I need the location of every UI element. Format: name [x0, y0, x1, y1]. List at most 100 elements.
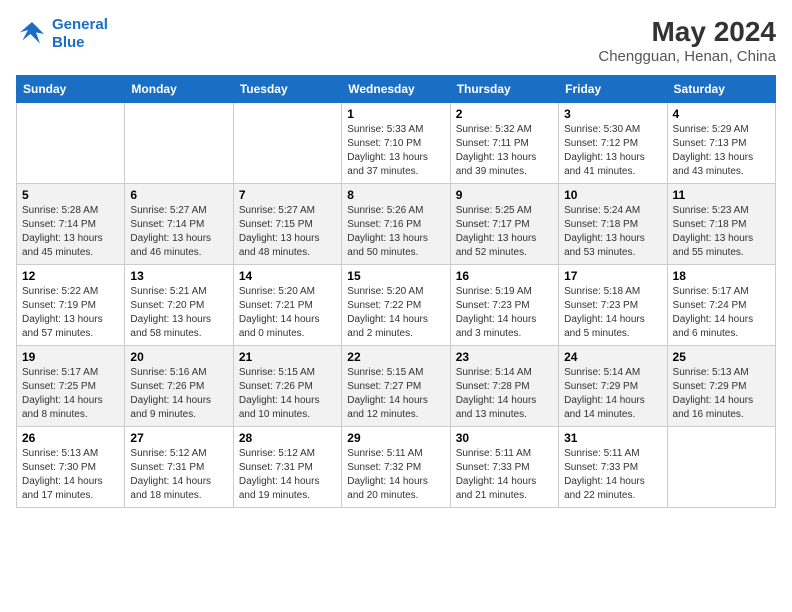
col-header-monday: Monday	[125, 76, 233, 103]
day-info: Sunrise: 5:20 AM Sunset: 7:22 PM Dayligh…	[347, 285, 444, 341]
day-info: Sunrise: 5:32 AM Sunset: 7:11 PM Dayligh…	[456, 123, 553, 179]
day-info: Sunrise: 5:19 AM Sunset: 7:23 PM Dayligh…	[456, 285, 553, 341]
day-info: Sunrise: 5:21 AM Sunset: 7:20 PM Dayligh…	[130, 285, 227, 341]
logo: General Blue	[16, 16, 108, 52]
calendar-cell: 3 Sunrise: 5:30 AM Sunset: 7:12 PM Daylig…	[559, 103, 667, 184]
logo-text: General Blue	[52, 16, 108, 52]
calendar-cell	[233, 103, 341, 184]
calendar-cell: 16 Sunrise: 5:19 AM Sunset: 7:23 PM Dayli…	[450, 265, 558, 346]
day-number: 17	[564, 269, 661, 283]
day-number: 14	[239, 269, 336, 283]
day-number: 25	[673, 350, 770, 364]
day-number: 18	[673, 269, 770, 283]
col-header-friday: Friday	[559, 76, 667, 103]
calendar-cell: 17 Sunrise: 5:18 AM Sunset: 7:23 PM Dayli…	[559, 265, 667, 346]
day-number: 9	[456, 188, 553, 202]
logo-icon	[16, 18, 48, 50]
col-header-wednesday: Wednesday	[342, 76, 450, 103]
calendar-cell: 23 Sunrise: 5:14 AM Sunset: 7:28 PM Dayli…	[450, 346, 558, 427]
calendar-cell: 10Sunrise: 5:24 AM Sunset: 7:18 PM Dayli…	[559, 184, 667, 265]
day-number: 20	[130, 350, 227, 364]
month-year-title: May 2024	[598, 16, 776, 48]
day-info: Sunrise: 5:24 AM Sunset: 7:18 PM Dayligh…	[564, 204, 661, 260]
title-block: May 2024 Chengguan, Henan, China	[598, 16, 776, 65]
day-info: Sunrise: 5:14 AM Sunset: 7:28 PM Dayligh…	[456, 366, 553, 422]
day-number: 6	[130, 188, 227, 202]
day-number: 15	[347, 269, 444, 283]
calendar-cell: 22 Sunrise: 5:15 AM Sunset: 7:27 PM Dayli…	[342, 346, 450, 427]
day-number: 26	[22, 431, 119, 445]
calendar-cell: 12 Sunrise: 5:22 AM Sunset: 7:19 PM Dayli…	[17, 265, 125, 346]
logo-line2: Blue	[52, 34, 85, 51]
calendar-cell: 25 Sunrise: 5:13 AM Sunset: 7:29 PM Dayli…	[667, 346, 775, 427]
day-info: Sunrise: 5:12 AM Sunset: 7:31 PM Dayligh…	[130, 447, 227, 503]
calendar-cell: 15 Sunrise: 5:20 AM Sunset: 7:22 PM Dayli…	[342, 265, 450, 346]
calendar-cell: 30 Sunrise: 5:11 AM Sunset: 7:33 PM Dayli…	[450, 427, 558, 508]
calendar-cell: 13 Sunrise: 5:21 AM Sunset: 7:20 PM Dayli…	[125, 265, 233, 346]
day-info: Sunrise: 5:17 AM Sunset: 7:24 PM Dayligh…	[673, 285, 770, 341]
day-info: Sunrise: 5:28 AM Sunset: 7:14 PM Dayligh…	[22, 204, 119, 260]
day-info: Sunrise: 5:17 AM Sunset: 7:25 PM Dayligh…	[22, 366, 119, 422]
day-info: Sunrise: 5:26 AM Sunset: 7:16 PM Dayligh…	[347, 204, 444, 260]
day-info: Sunrise: 5:11 AM Sunset: 7:33 PM Dayligh…	[456, 447, 553, 503]
calendar-cell	[125, 103, 233, 184]
day-info: Sunrise: 5:25 AM Sunset: 7:17 PM Dayligh…	[456, 204, 553, 260]
day-number: 5	[22, 188, 119, 202]
day-number: 23	[456, 350, 553, 364]
day-number: 2	[456, 107, 553, 121]
day-info: Sunrise: 5:22 AM Sunset: 7:19 PM Dayligh…	[22, 285, 119, 341]
day-info: Sunrise: 5:20 AM Sunset: 7:21 PM Dayligh…	[239, 285, 336, 341]
calendar-cell: 20 Sunrise: 5:16 AM Sunset: 7:26 PM Dayli…	[125, 346, 233, 427]
calendar-cell: 5 Sunrise: 5:28 AM Sunset: 7:14 PM Daylig…	[17, 184, 125, 265]
day-info: Sunrise: 5:14 AM Sunset: 7:29 PM Dayligh…	[564, 366, 661, 422]
col-header-thursday: Thursday	[450, 76, 558, 103]
calendar-cell: 1Sunrise: 5:33 AM Sunset: 7:10 PM Daylig…	[342, 103, 450, 184]
calendar-cell: 8Sunrise: 5:26 AM Sunset: 7:16 PM Daylig…	[342, 184, 450, 265]
day-info: Sunrise: 5:16 AM Sunset: 7:26 PM Dayligh…	[130, 366, 227, 422]
calendar-cell: 4 Sunrise: 5:29 AM Sunset: 7:13 PM Daylig…	[667, 103, 775, 184]
day-info: Sunrise: 5:13 AM Sunset: 7:30 PM Dayligh…	[22, 447, 119, 503]
day-info: Sunrise: 5:33 AM Sunset: 7:10 PM Dayligh…	[347, 123, 444, 179]
day-number: 3	[564, 107, 661, 121]
day-info: Sunrise: 5:11 AM Sunset: 7:33 PM Dayligh…	[564, 447, 661, 503]
calendar-table: SundayMondayTuesdayWednesdayThursdayFrid…	[16, 75, 776, 508]
logo-line1: General	[52, 16, 108, 33]
calendar-cell: 6Sunrise: 5:27 AM Sunset: 7:14 PM Daylig…	[125, 184, 233, 265]
day-info: Sunrise: 5:30 AM Sunset: 7:12 PM Dayligh…	[564, 123, 661, 179]
col-header-tuesday: Tuesday	[233, 76, 341, 103]
day-number: 19	[22, 350, 119, 364]
col-header-sunday: Sunday	[17, 76, 125, 103]
calendar-cell	[17, 103, 125, 184]
day-number: 7	[239, 188, 336, 202]
col-header-saturday: Saturday	[667, 76, 775, 103]
calendar-cell: 26 Sunrise: 5:13 AM Sunset: 7:30 PM Dayli…	[17, 427, 125, 508]
day-info: Sunrise: 5:11 AM Sunset: 7:32 PM Dayligh…	[347, 447, 444, 503]
day-number: 4	[673, 107, 770, 121]
calendar-cell: 2 Sunrise: 5:32 AM Sunset: 7:11 PM Daylig…	[450, 103, 558, 184]
day-number: 30	[456, 431, 553, 445]
calendar-cell: 21Sunrise: 5:15 AM Sunset: 7:26 PM Dayli…	[233, 346, 341, 427]
day-info: Sunrise: 5:27 AM Sunset: 7:15 PM Dayligh…	[239, 204, 336, 260]
calendar-cell: 31Sunrise: 5:11 AM Sunset: 7:33 PM Dayli…	[559, 427, 667, 508]
calendar-cell	[667, 427, 775, 508]
day-info: Sunrise: 5:13 AM Sunset: 7:29 PM Dayligh…	[673, 366, 770, 422]
day-number: 11	[673, 188, 770, 202]
day-number: 27	[130, 431, 227, 445]
calendar-cell: 28 Sunrise: 5:12 AM Sunset: 7:31 PM Dayli…	[233, 427, 341, 508]
day-number: 13	[130, 269, 227, 283]
day-number: 28	[239, 431, 336, 445]
calendar-cell: 7 Sunrise: 5:27 AM Sunset: 7:15 PM Daylig…	[233, 184, 341, 265]
calendar-cell: 27 Sunrise: 5:12 AM Sunset: 7:31 PM Dayli…	[125, 427, 233, 508]
day-number: 16	[456, 269, 553, 283]
calendar-cell: 29Sunrise: 5:11 AM Sunset: 7:32 PM Dayli…	[342, 427, 450, 508]
day-info: Sunrise: 5:15 AM Sunset: 7:26 PM Dayligh…	[239, 366, 336, 422]
calendar-cell: 11 Sunrise: 5:23 AM Sunset: 7:18 PM Dayli…	[667, 184, 775, 265]
day-info: Sunrise: 5:23 AM Sunset: 7:18 PM Dayligh…	[673, 204, 770, 260]
day-number: 12	[22, 269, 119, 283]
day-info: Sunrise: 5:18 AM Sunset: 7:23 PM Dayligh…	[564, 285, 661, 341]
day-info: Sunrise: 5:12 AM Sunset: 7:31 PM Dayligh…	[239, 447, 336, 503]
day-info: Sunrise: 5:15 AM Sunset: 7:27 PM Dayligh…	[347, 366, 444, 422]
day-info: Sunrise: 5:29 AM Sunset: 7:13 PM Dayligh…	[673, 123, 770, 179]
day-number: 22	[347, 350, 444, 364]
calendar-cell: 14 Sunrise: 5:20 AM Sunset: 7:21 PM Dayli…	[233, 265, 341, 346]
